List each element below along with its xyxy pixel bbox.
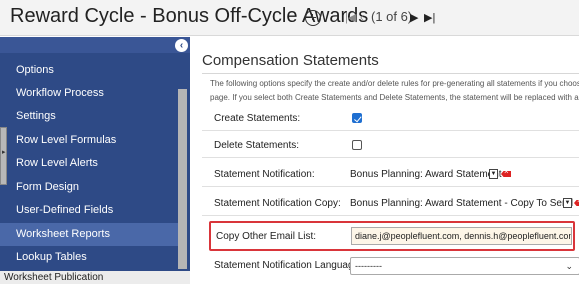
copy-email-list-label: Copy Other Email List: <box>216 231 317 242</box>
sidebar-item-lookup-tables[interactable]: Lookup Tables <box>0 246 178 269</box>
create-statements-checkbox[interactable] <box>352 113 362 123</box>
plus-circle-icon[interactable] <box>305 10 321 26</box>
sidebar: ‹ Options Workflow Process Settings Row … <box>0 37 190 284</box>
page-header: Reward Cycle - Bonus Off-Cycle Awards |◀… <box>0 0 579 36</box>
chevron-down-icon: ⌄ <box>565 261 573 271</box>
language-select-value: --------- <box>355 261 382 271</box>
statement-notification-value: Bonus Planning: Award Statement <box>350 169 502 180</box>
statement-notification-language-label: Statement Notification Language: <box>214 260 362 271</box>
delete-icon[interactable] <box>501 171 511 177</box>
sidebar-item-options[interactable]: Options <box>0 59 178 82</box>
sidebar-item-row-level-formulas[interactable]: Row Level Formulas <box>0 129 178 152</box>
create-statements-row: Create Statements: <box>202 107 579 131</box>
dropdown-icon[interactable]: ▼ <box>489 169 498 179</box>
previous-page-icon[interactable]: ‹ <box>360 9 364 27</box>
statement-notification-label: Statement Notification: <box>214 169 315 180</box>
first-page-icon[interactable]: |◀ <box>345 9 356 27</box>
section-description: The following options specify the create… <box>210 77 579 105</box>
expand-arrow-icon: ▸ <box>2 149 6 156</box>
collapse-sidebar-icon[interactable]: ‹ <box>175 39 188 52</box>
sidebar-item-worksheet-publication[interactable]: Worksheet Publication <box>0 271 190 284</box>
title-divider <box>202 73 579 74</box>
statement-notification-copy-value: Bonus Planning: Award Statement - Copy T… <box>350 198 574 209</box>
sidebar-item-workflow-process[interactable]: Workflow Process <box>0 82 178 105</box>
delete-statements-label: Delete Statements: <box>214 140 300 151</box>
section-title: Compensation Statements <box>202 52 379 69</box>
sidebar-scrollbar[interactable] <box>178 89 187 269</box>
app-window: Reward Cycle - Bonus Off-Cycle Awards |◀… <box>0 0 579 284</box>
last-page-icon[interactable]: ▶| <box>424 9 435 27</box>
statement-notification-row: Statement Notification: Bonus Planning: … <box>202 163 579 187</box>
main-panel: Compensation Statements The following op… <box>190 37 579 284</box>
sidebar-header <box>0 37 190 53</box>
statement-notification-copy-label: Statement Notification Copy: <box>214 198 341 209</box>
delete-icon[interactable] <box>574 200 579 206</box>
sidebar-item-worksheet-reports[interactable]: Worksheet Reports <box>0 223 178 246</box>
sidebar-item-form-design[interactable]: Form Design <box>0 176 178 199</box>
dropdown-icon[interactable]: ▼ <box>563 198 572 208</box>
statement-notification-language-row: Statement Notification Language: -------… <box>202 254 579 278</box>
pager-indicator: (1 of 6) <box>371 9 413 24</box>
description-line: The following options specify the create… <box>210 79 579 88</box>
sidebar-item-settings[interactable]: Settings <box>0 105 178 128</box>
statement-notification-copy-row: Statement Notification Copy: Bonus Plann… <box>202 192 579 216</box>
create-statements-label: Create Statements: <box>214 113 301 124</box>
panel-resize-handle[interactable]: ▸ <box>0 127 7 185</box>
description-line: page. If you select both Create Statemen… <box>210 93 579 102</box>
copy-email-list-highlight: Copy Other Email List: diane.j@peopleflu… <box>209 221 575 251</box>
copy-email-list-input[interactable]: diane.j@peoplefluent.com, dennis.h@peopl… <box>351 227 572 245</box>
language-select[interactable]: --------- ⌄ <box>350 257 579 275</box>
sidebar-item-user-defined-fields[interactable]: User-Defined Fields <box>0 199 178 222</box>
next-page-icon[interactable]: ▶ <box>410 9 418 27</box>
delete-statements-checkbox[interactable] <box>352 140 362 150</box>
delete-statements-row: Delete Statements: <box>202 134 579 158</box>
sidebar-item-row-level-alerts[interactable]: Row Level Alerts <box>0 152 178 175</box>
